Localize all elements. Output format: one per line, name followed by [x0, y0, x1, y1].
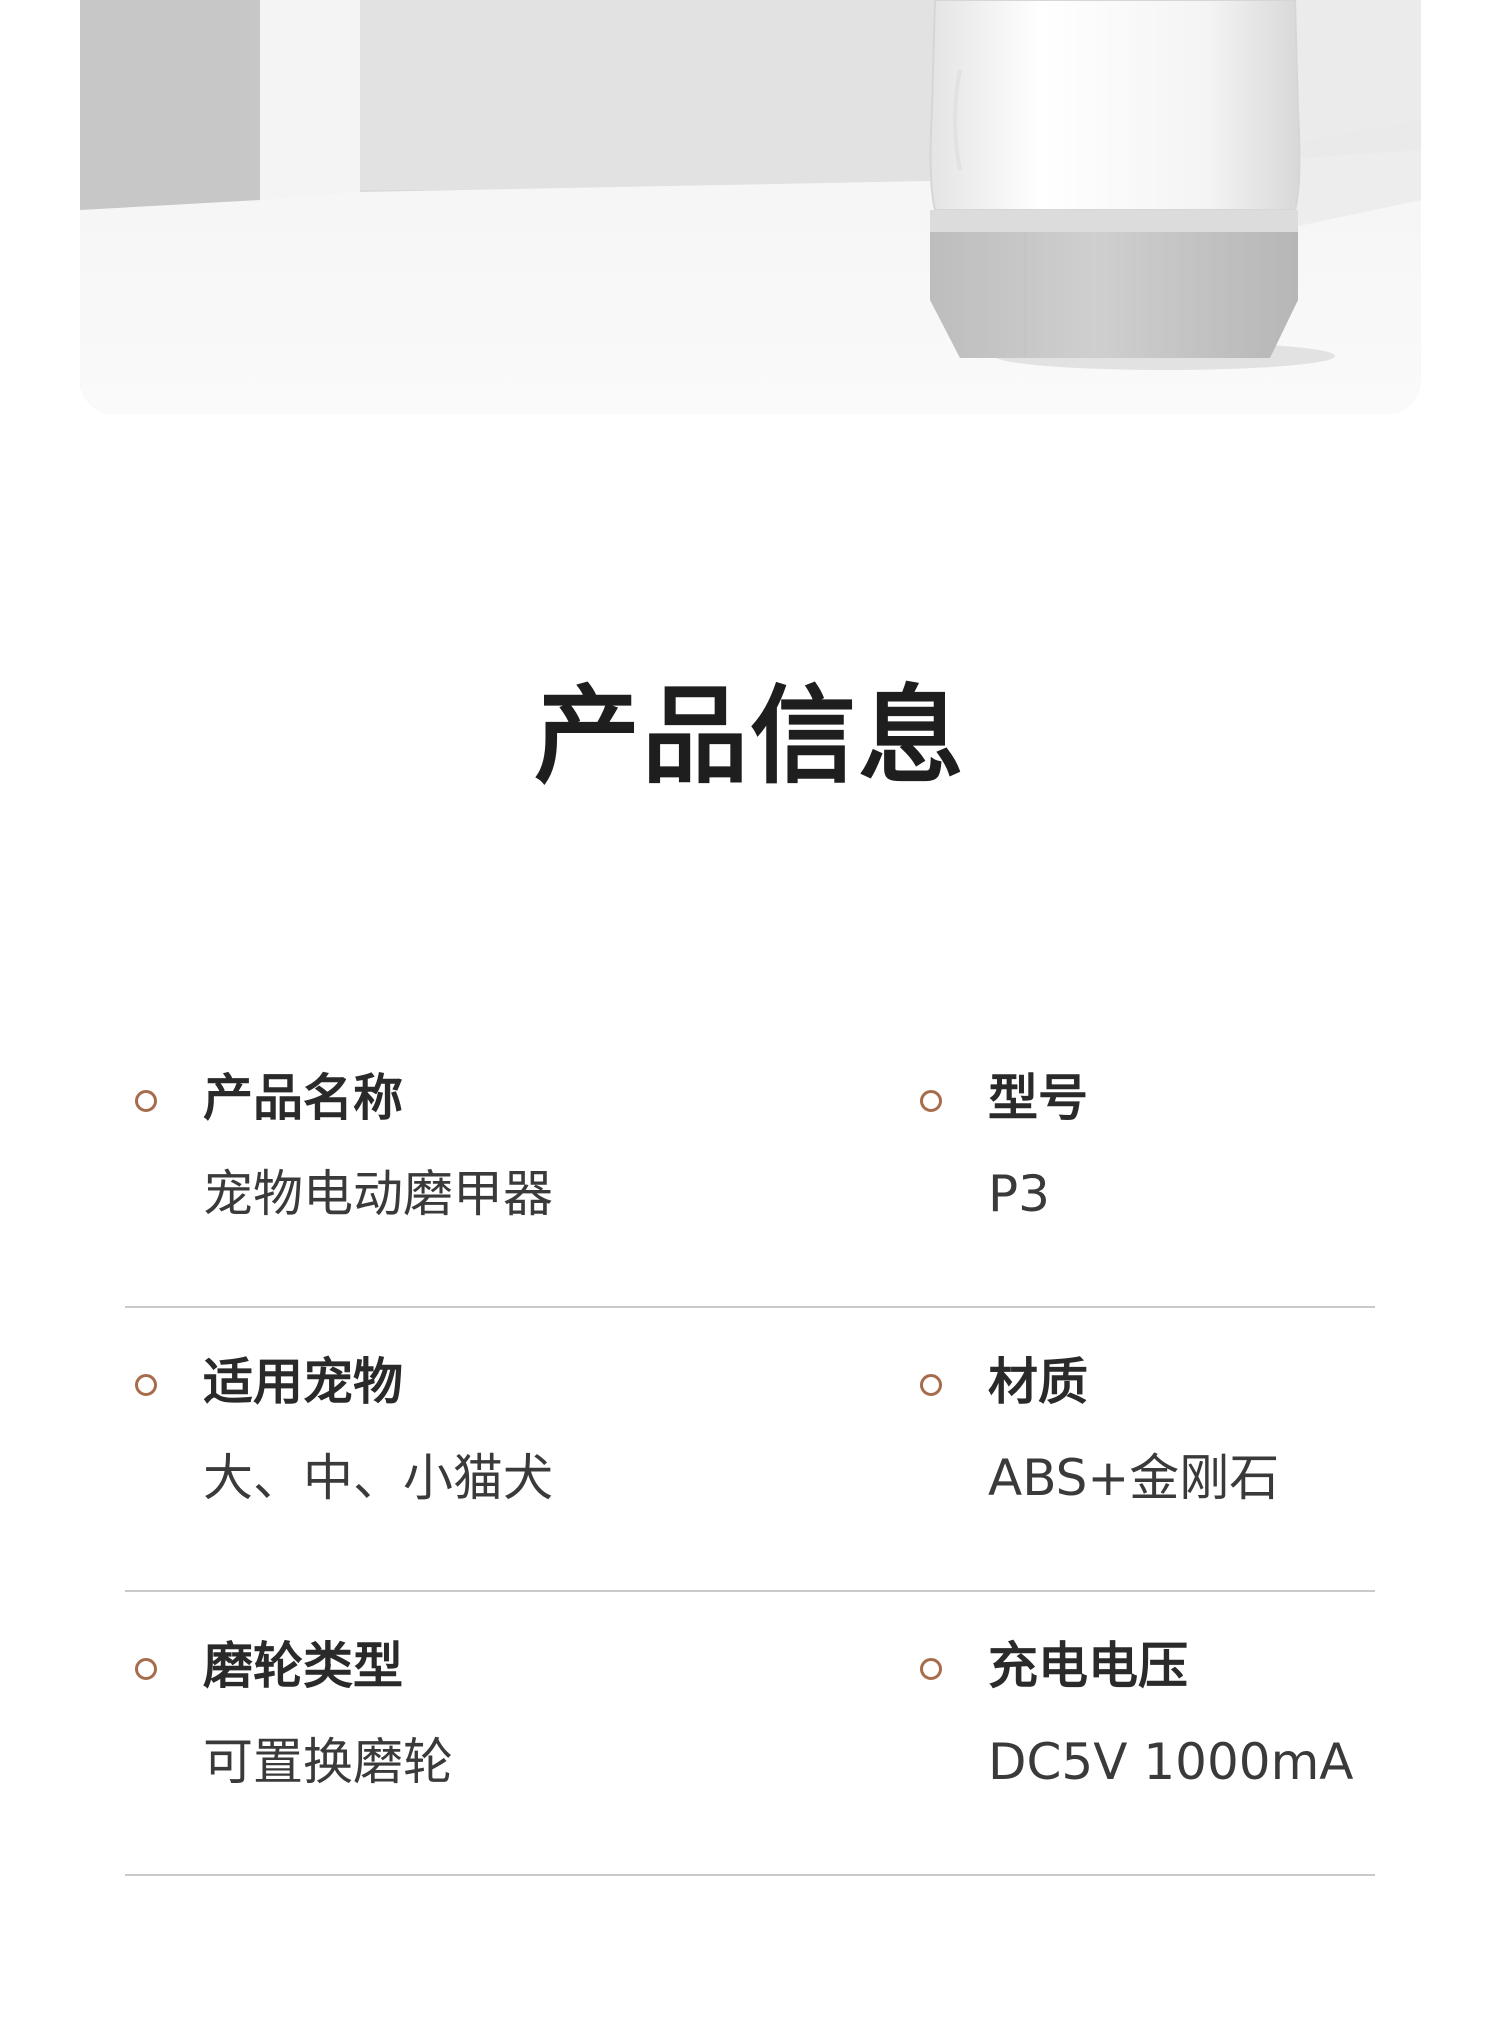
circle-bullet-icon: [920, 1658, 942, 1680]
circle-bullet-icon: [920, 1090, 942, 1112]
spec-label: 适用宠物: [203, 1353, 403, 1411]
spec-value: P3: [988, 1165, 1050, 1223]
circle-bullet-icon: [135, 1090, 157, 1112]
section-title: 产品信息: [534, 675, 966, 798]
circle-bullet-icon: [135, 1374, 157, 1396]
spec-value: 宠物电动磨甲器: [203, 1165, 553, 1223]
spec-value: ABS+金刚石: [988, 1449, 1280, 1507]
product-hero-image: [80, 0, 1421, 414]
circle-bullet-icon: [920, 1374, 942, 1396]
spec-value: 可置换磨轮: [203, 1733, 453, 1791]
product-photo: [80, 0, 1421, 414]
spec-label: 产品名称: [203, 1069, 403, 1127]
spec-value: 大、中、小猫犬: [203, 1449, 553, 1507]
spec-row: 磨轮类型 可置换磨轮 充电电压 DC5V 1000mA: [125, 1592, 1375, 1876]
spec-row: 适用宠物 大、中、小猫犬 材质 ABS+金刚石: [125, 1308, 1375, 1592]
circle-bullet-icon: [135, 1658, 157, 1680]
spec-table: 产品名称 宠物电动磨甲器 型号 P3 适用宠物 大、中、小猫犬 材质 ABS+金…: [125, 1024, 1375, 1876]
spec-row: 产品名称 宠物电动磨甲器 型号 P3: [125, 1024, 1375, 1308]
spec-label: 材质: [988, 1353, 1088, 1411]
spec-label: 充电电压: [988, 1637, 1188, 1695]
spec-label: 型号: [988, 1069, 1088, 1127]
spec-label: 磨轮类型: [203, 1637, 403, 1695]
spec-value: DC5V 1000mA: [988, 1733, 1354, 1791]
